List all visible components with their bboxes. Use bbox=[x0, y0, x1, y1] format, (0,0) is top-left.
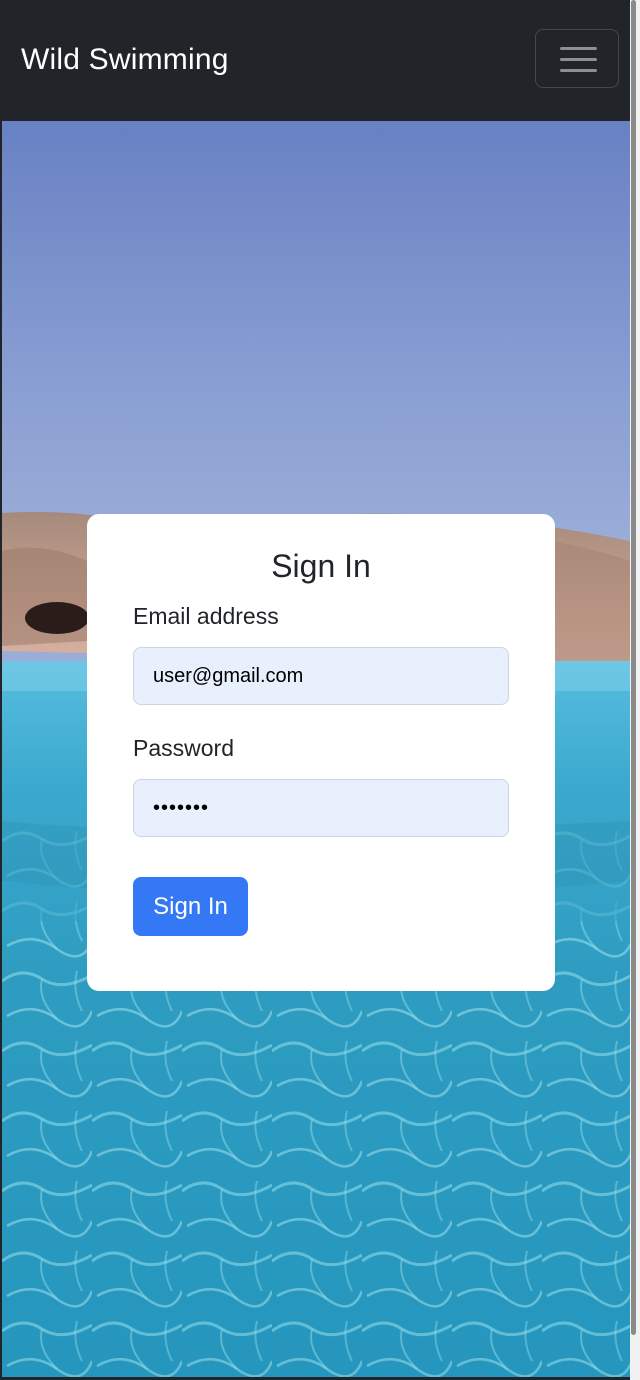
navbar: Wild Swimming bbox=[0, 0, 640, 121]
password-label: Password bbox=[133, 735, 234, 761]
email-input[interactable] bbox=[133, 647, 509, 705]
email-label: Email address bbox=[133, 603, 279, 629]
sign-in-title: Sign In bbox=[271, 548, 371, 584]
scrollbar-thumb[interactable] bbox=[631, 0, 636, 1335]
password-input[interactable] bbox=[133, 779, 509, 837]
page-scrollbar[interactable] bbox=[630, 0, 640, 1380]
brand-link[interactable]: Wild Swimming bbox=[21, 40, 229, 80]
sign-in-button[interactable]: Sign In bbox=[133, 877, 248, 936]
sign-in-card: Sign In Email address Password Sign In bbox=[87, 514, 555, 991]
hamburger-menu-icon bbox=[560, 47, 597, 72]
navbar-toggler-button[interactable] bbox=[535, 29, 619, 88]
